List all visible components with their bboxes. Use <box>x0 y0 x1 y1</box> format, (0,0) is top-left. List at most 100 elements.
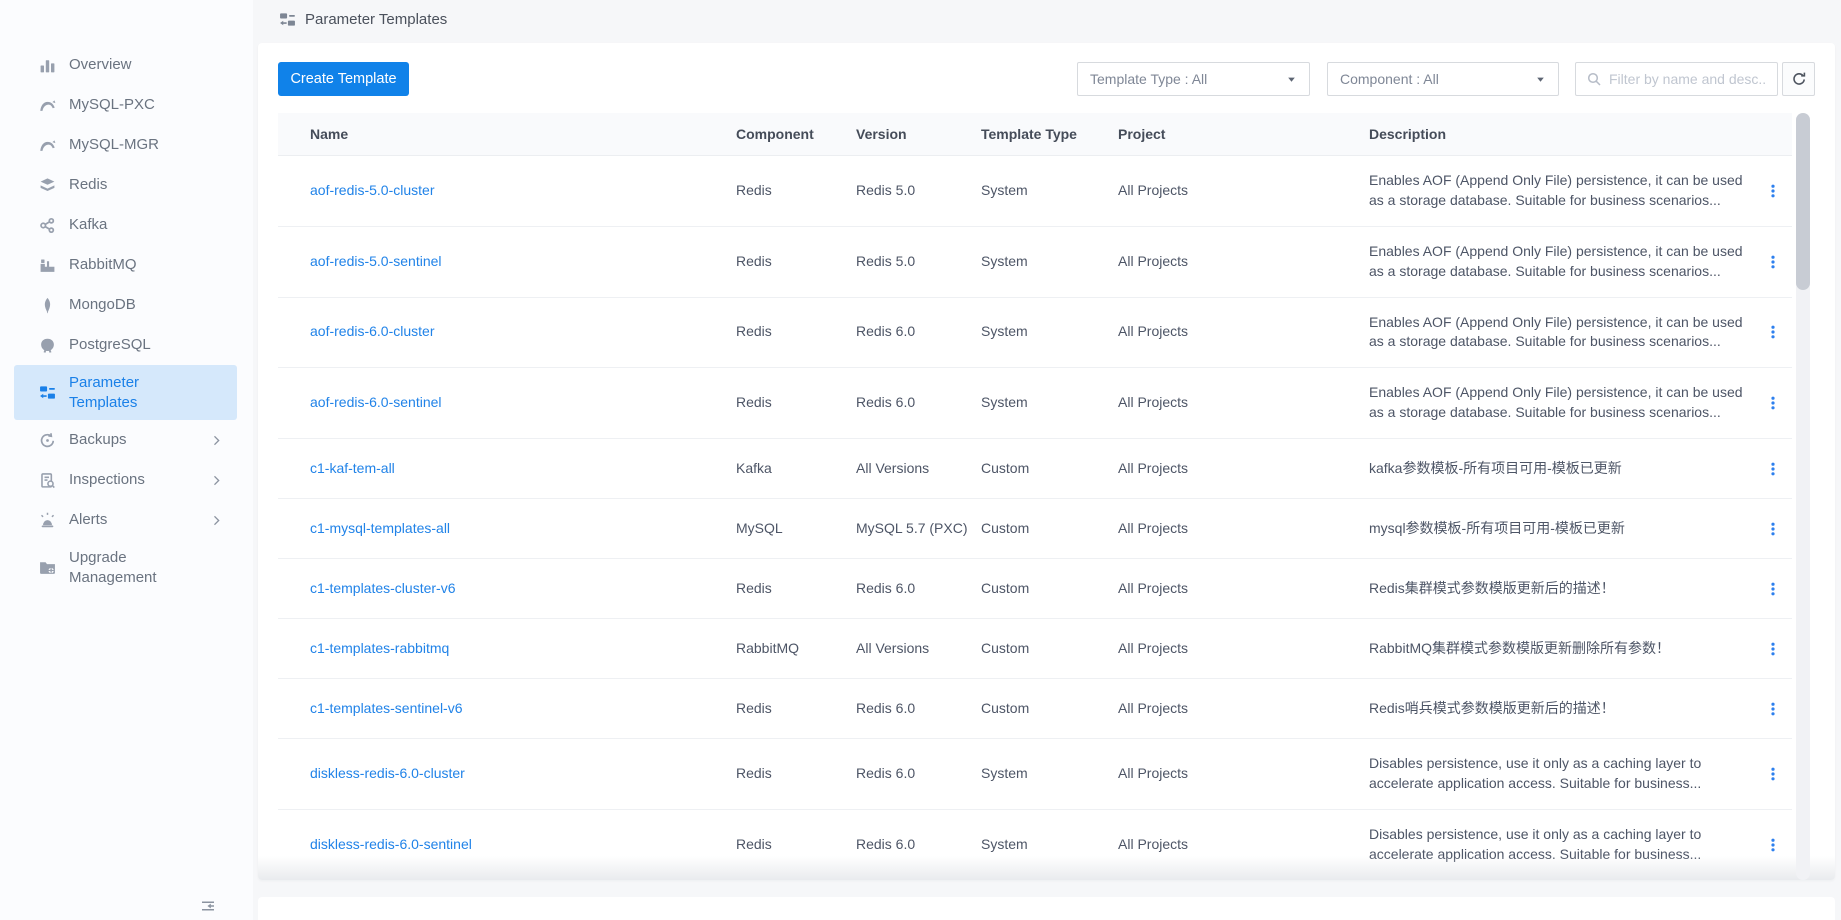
version-cell: Redis 5.0 <box>856 237 981 287</box>
description-cell: mysql参数模板-所有项目可用-模板已更新 <box>1369 504 1761 554</box>
version-cell: All Versions <box>856 444 981 494</box>
sidebar-item-label: Backups <box>69 422 127 458</box>
template-type-dropdown[interactable]: Template Type : All <box>1077 62 1310 96</box>
sidebar-item-alerts[interactable]: Alerts <box>14 500 237 540</box>
column-header-version: Version <box>856 126 981 142</box>
description-cell: Disables persistence, use it only as a c… <box>1369 739 1761 809</box>
component-dropdown[interactable]: Component : All <box>1327 62 1559 96</box>
table-row: c1-templates-cluster-v6 RedisRedis 6.0Cus… <box>278 559 1792 619</box>
sidebar-item-label: Parameter Templates <box>69 365 183 420</box>
sidebar-item-parameter-templates[interactable]: Parameter Templates <box>14 365 237 420</box>
chevron-right-icon <box>207 434 225 447</box>
search-icon <box>1586 71 1602 87</box>
template-type-cell: System <box>981 307 1118 357</box>
sidebar-item-label: Inspections <box>69 462 145 498</box>
row-actions-button[interactable] <box>1761 391 1785 415</box>
template-name-link[interactable]: diskless-redis-6.0-sentinel <box>310 836 472 852</box>
project-cell: All Projects <box>1118 307 1369 357</box>
table-row: c1-kaf-tem-allKafkaAll VersionsCustomAll… <box>278 439 1792 499</box>
sidebar-item-label: Kafka <box>69 207 107 243</box>
sidebar-item-upgrade-management[interactable]: Upgrade Management <box>14 540 237 595</box>
version-cell: Redis 6.0 <box>856 820 981 870</box>
template-name-link[interactable]: aof-redis-5.0-cluster <box>310 182 435 198</box>
template-type-cell: Custom <box>981 564 1118 614</box>
component-cell: MySQL <box>736 504 856 554</box>
content-card: Create Template Template Type : All Comp… <box>258 43 1835 880</box>
kebab-icon <box>1765 461 1781 477</box>
row-actions-button[interactable] <box>1761 320 1785 344</box>
mongodb-icon <box>38 297 56 314</box>
template-name-link[interactable]: diskless-redis-6.0-cluster <box>310 765 465 781</box>
row-actions-button[interactable] <box>1761 762 1785 786</box>
row-actions-button[interactable] <box>1761 637 1785 661</box>
sidebar-item-mysql-pxc[interactable]: MySQL-PXC <box>14 85 237 125</box>
version-cell: Redis 6.0 <box>856 564 981 614</box>
sidebar-item-backups[interactable]: Backups <box>14 420 237 460</box>
refresh-icon <box>1791 71 1807 87</box>
sidebar: OverviewMySQL-PXCMySQL-MGR Redis KafkaRabb… <box>0 0 253 920</box>
sidebar-item-label: Redis <box>69 167 107 203</box>
template-name-link[interactable]: c1-mysql-templates-all <box>310 520 450 536</box>
row-actions-button[interactable] <box>1761 457 1785 481</box>
kebab-icon <box>1765 521 1781 537</box>
description-cell: Redis哨兵模式参数模版更新后的描述！ <box>1369 684 1761 734</box>
sidebar-item-redis[interactable]: Redis <box>14 165 237 205</box>
page-title: Parameter Templates <box>305 11 447 28</box>
caret-down-icon <box>1535 74 1546 85</box>
row-actions-button[interactable] <box>1761 517 1785 541</box>
project-cell: All Projects <box>1118 504 1369 554</box>
template-name-link[interactable]: c1-templates-sentinel-v6 <box>310 700 463 716</box>
sidebar-item-inspections[interactable]: Inspections <box>14 460 237 500</box>
inspections-icon <box>38 472 56 489</box>
template-name-link[interactable]: aof-redis-6.0-sentinel <box>310 394 442 410</box>
row-actions-button[interactable] <box>1761 179 1785 203</box>
version-cell: Redis 5.0 <box>856 166 981 216</box>
description-cell: Disables persistence, use it only as a c… <box>1369 810 1761 880</box>
chevron-right-icon <box>207 474 225 487</box>
sidebar-item-rabbitmq[interactable]: RabbitMQ <box>14 245 237 285</box>
template-name-link[interactable]: c1-kaf-tem-all <box>310 460 395 476</box>
table-row: diskless-redis-6.0-sentinelRedisRedis 6.… <box>278 810 1792 880</box>
row-actions-button[interactable] <box>1761 697 1785 721</box>
create-template-button[interactable]: Create Template <box>278 62 409 96</box>
sidebar-item-overview[interactable]: Overview <box>14 45 237 85</box>
project-cell: All Projects <box>1118 624 1369 674</box>
kebab-icon <box>1765 254 1781 270</box>
template-name-link[interactable]: c1-templates-cluster-v6 <box>310 580 456 596</box>
overview-icon <box>38 57 56 74</box>
search-box <box>1575 62 1778 96</box>
project-cell: All Projects <box>1118 166 1369 216</box>
table-row: diskless-redis-6.0-clusterRedisRedis 6.0… <box>278 739 1792 810</box>
component-cell: Redis <box>736 166 856 216</box>
project-cell: All Projects <box>1118 444 1369 494</box>
parameter-templates-icon <box>38 384 56 401</box>
sidebar-item-kafka[interactable]: Kafka <box>14 205 237 245</box>
sidebar-item-label: Upgrade Management <box>69 540 183 595</box>
template-name-link[interactable]: c1-templates-rabbitmq <box>310 640 449 656</box>
template-name-link[interactable]: aof-redis-6.0-cluster <box>310 323 435 339</box>
description-cell: kafka参数模板-所有项目可用-模板已更新 <box>1369 444 1761 494</box>
description-cell: Enables AOF (Append Only File) persisten… <box>1369 227 1761 297</box>
sidebar-item-label: MySQL-MGR <box>69 127 159 163</box>
description-cell: Enables AOF (Append Only File) persisten… <box>1369 298 1761 368</box>
row-actions-button[interactable] <box>1761 577 1785 601</box>
template-name-link[interactable]: aof-redis-5.0-sentinel <box>310 253 442 269</box>
search-input[interactable] <box>1609 71 1767 87</box>
project-cell: All Projects <box>1118 237 1369 287</box>
template-type-dropdown-label: Template Type : All <box>1090 71 1207 87</box>
component-cell: Redis <box>736 564 856 614</box>
collapse-sidebar-button[interactable] <box>200 898 216 917</box>
template-type-cell: Custom <box>981 444 1118 494</box>
sidebar-item-mysql-mgr[interactable]: MySQL-MGR <box>14 125 237 165</box>
sidebar-item-postgresql[interactable]: PostgreSQL <box>14 325 237 365</box>
sidebar-item-mongodb[interactable]: MongoDB <box>14 285 237 325</box>
scrollbar-thumb[interactable] <box>1796 113 1810 290</box>
refresh-button[interactable] <box>1782 62 1815 96</box>
sidebar-item-label: PostgreSQL <box>69 327 151 363</box>
row-actions-button[interactable] <box>1761 250 1785 274</box>
row-actions-button[interactable] <box>1761 833 1785 857</box>
table-scrollbar[interactable] <box>1796 113 1810 880</box>
column-header-component: Component <box>736 126 856 142</box>
chevron-right-icon <box>207 514 225 527</box>
project-cell: All Projects <box>1118 684 1369 734</box>
